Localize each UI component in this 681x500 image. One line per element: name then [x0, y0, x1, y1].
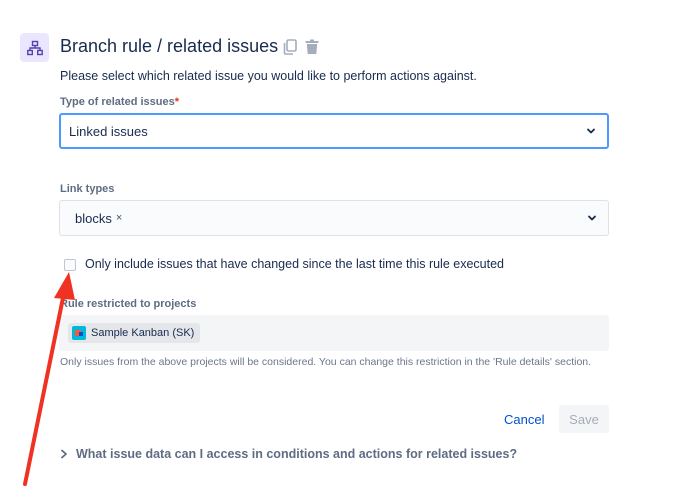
title-actions	[282, 38, 320, 56]
expander-label: What issue data can I access in conditio…	[76, 447, 518, 461]
project-name: Sample Kanban (SK)	[91, 327, 195, 339]
chip-remove-icon[interactable]: ×	[116, 212, 122, 224]
project-chip: Sample Kanban (SK)	[68, 323, 201, 343]
restriction-help-text: Only issues from the above projects will…	[60, 356, 592, 368]
cancel-button[interactable]: Cancel	[494, 405, 554, 433]
related-type-value: Linked issues	[69, 123, 148, 139]
related-type-select[interactable]: Linked issues	[59, 113, 609, 149]
link-types-select[interactable]: blocks ×	[59, 200, 609, 236]
only-changed-checkbox[interactable]	[64, 259, 76, 271]
description: Please select which related issue you wo…	[60, 69, 477, 83]
restricted-projects-box: Sample Kanban (SK)	[59, 315, 609, 351]
save-button[interactable]: Save	[559, 405, 609, 433]
link-type-chip: blocks ×	[70, 211, 127, 226]
chevron-right-icon	[61, 449, 67, 459]
branch-rule-icon	[20, 33, 49, 62]
only-changed-label[interactable]: Only include issues that have changed si…	[85, 257, 504, 271]
page-title: Branch rule / related issues	[60, 36, 279, 56]
copy-icon[interactable]	[282, 38, 298, 56]
project-avatar-icon	[72, 326, 86, 340]
chevron-down-icon	[588, 215, 596, 221]
restricted-projects-label: Rule restricted to projects	[60, 298, 197, 310]
issue-data-expander[interactable]: What issue data can I access in conditio…	[60, 447, 517, 461]
chip-label: blocks	[75, 210, 112, 226]
chevron-down-icon	[587, 128, 595, 134]
trash-icon[interactable]	[304, 38, 320, 56]
related-type-label: Type of related issues*	[60, 96, 180, 108]
link-types-label: Link types	[60, 183, 115, 195]
